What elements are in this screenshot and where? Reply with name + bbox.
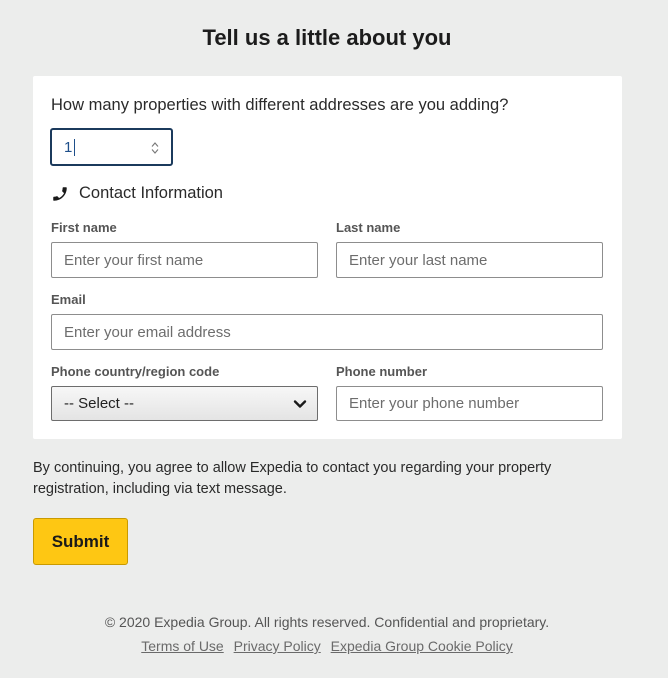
email-label: Email <box>51 292 86 307</box>
text-caret <box>74 139 75 156</box>
phone-icon <box>53 186 67 201</box>
phone-number-label: Phone number <box>336 364 428 379</box>
first-name-input[interactable] <box>51 242 318 278</box>
consent-text: By continuing, you agree to allow Expedi… <box>33 460 552 497</box>
registration-card: How many properties with different addre… <box>33 76 622 439</box>
privacy-policy-link[interactable]: Privacy Policy <box>234 638 321 654</box>
contact-section-heading: Contact Information <box>51 184 223 203</box>
terms-of-use-link[interactable]: Terms of Use <box>141 638 223 654</box>
contact-heading-text: Contact Information <box>79 184 223 202</box>
chevron-down-icon <box>293 400 307 408</box>
cookie-policy-link[interactable]: Expedia Group Cookie Policy <box>331 638 513 654</box>
email-input[interactable] <box>51 314 603 350</box>
first-name-label: First name <box>51 220 117 235</box>
footer-links: Terms of Use Privacy Policy Expedia Grou… <box>0 638 654 654</box>
properties-count-value: 1 <box>64 139 73 156</box>
page-title: Tell us a little about you <box>202 25 452 50</box>
properties-question: How many properties with different addre… <box>51 96 509 114</box>
copyright-text: © 2020 Expedia Group. All rights reserve… <box>104 614 550 630</box>
last-name-input[interactable] <box>336 242 603 278</box>
spinner-arrows-icon <box>151 141 159 154</box>
last-name-label: Last name <box>336 220 401 235</box>
country-code-label: Phone country/region code <box>51 364 220 379</box>
phone-number-input[interactable] <box>336 386 603 421</box>
submit-button[interactable]: Submit <box>33 518 128 565</box>
properties-count-input[interactable]: 1 <box>50 128 173 166</box>
number-spinner[interactable] <box>151 140 159 155</box>
country-code-selected: -- Select -- <box>64 395 135 412</box>
country-code-select[interactable]: -- Select -- <box>51 386 318 421</box>
